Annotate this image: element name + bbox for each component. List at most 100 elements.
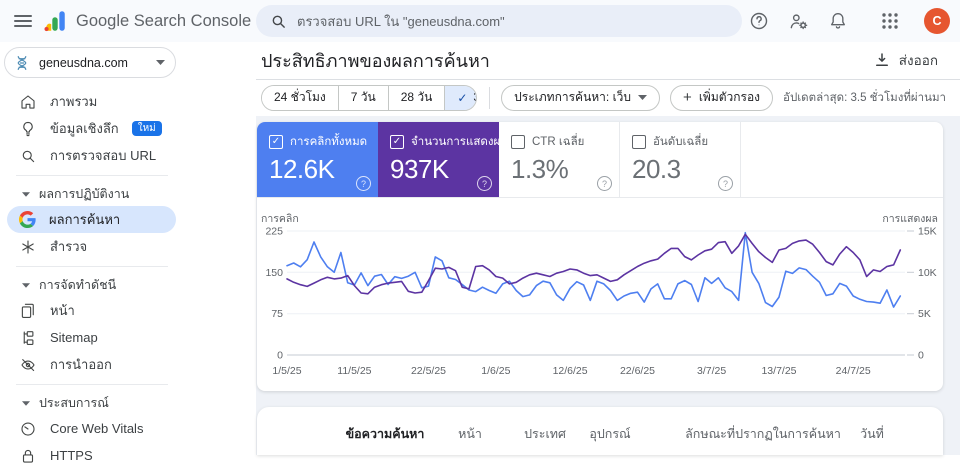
metric-label: จำนวนการแสดงผ... <box>411 136 499 148</box>
sidebar-item-label: HTTPS <box>50 448 93 463</box>
metric-label: อันดับเฉลี่ย <box>653 136 709 148</box>
dimensions-table-card: ข้อความค้นหา หน้า ประเทศ อุปกรณ์ ลักษณะที่ปร… <box>257 407 943 455</box>
avatar[interactable]: C <box>924 8 950 34</box>
date-range-chip[interactable]: 7 วัน <box>338 85 389 110</box>
date-range-label: 24 ชั่วโมง <box>274 90 326 105</box>
tab-label: ข้อความค้นหา <box>345 427 425 441</box>
section-caret-icon <box>22 191 30 197</box>
sidebar-item-sitemap[interactable]: Sitemap <box>0 324 176 351</box>
filters-row: 24 ชั่วโมง7 วัน28 วัน✓3 เดือนเพิ่มเติม ป… <box>256 79 960 116</box>
impressions-tile[interactable]: ✓จำนวนการแสดงผ...937K? <box>378 122 499 197</box>
sidebar-item-สำรวจ[interactable]: สำรวจ <box>0 233 176 260</box>
search-icon <box>270 13 287 30</box>
sidebar-item-https[interactable]: HTTPS <box>0 442 176 469</box>
metric-header: ✓ จำนวนการแสดงผ... <box>390 133 499 151</box>
notifications-icon[interactable] <box>828 11 848 31</box>
date-range-label: 7 วัน <box>350 90 376 105</box>
sidebar-nav: ภาพรวม ข้อมูลเชิงลึก ใหม่การตรวจสอบ URL ผลก… <box>0 88 256 469</box>
metric-header: ✓ การคลิกทั้งหมด <box>269 133 378 151</box>
help-icon[interactable]: ? <box>477 176 492 191</box>
google-g-icon <box>19 211 36 228</box>
metric-checkbox[interactable]: ✓ <box>269 135 283 149</box>
ctr-tile[interactable]: CTR เฉลี่ย 1.3%? <box>499 122 620 197</box>
add-filter-chip[interactable]: + เพิ่มตัวกรอง <box>670 84 774 111</box>
help-icon[interactable] <box>749 11 769 31</box>
export-label: ส่งออก <box>898 53 938 69</box>
svg-text:1/6/25: 1/6/25 <box>481 365 510 377</box>
section-caret-icon <box>22 400 30 406</box>
svg-text:75: 75 <box>271 308 283 320</box>
date-range-label: 28 วัน <box>400 90 433 105</box>
metric-checkbox[interactable] <box>632 135 646 149</box>
performance-line-chart: 0 0 75 5K 150 10K 225 15K การคลิก การแสดงผล 1/5/25… <box>261 213 938 377</box>
check-icon: ✓ <box>457 90 468 105</box>
sidebar-section-header[interactable]: ประสบการณ์ <box>0 391 256 415</box>
svg-text:10K: 10K <box>918 267 937 279</box>
sidebar-item-ข้อมูลเชิงลึก[interactable]: ข้อมูลเชิงลึก ใหม่ <box>0 115 176 142</box>
sidebar-item-label: ผลการค้นหา <box>49 212 121 227</box>
lightbulb-icon <box>19 120 37 138</box>
section-caret-icon <box>22 282 30 288</box>
sidebar-section-header[interactable]: การจัดทำดัชนี <box>0 273 256 297</box>
topbar-actions: C <box>749 0 950 42</box>
sidebar-item-label: การตรวจสอบ URL <box>50 148 157 163</box>
sidebar-item-core-web-vitals[interactable]: Core Web Vitals <box>0 415 176 442</box>
table-tab[interactable]: ประเทศ <box>524 407 566 444</box>
date-range-chip[interactable]: 28 วัน <box>388 85 446 110</box>
table-tab[interactable]: วันที่ <box>860 407 884 444</box>
removals-eye-off-icon <box>19 356 37 374</box>
property-selector[interactable]: geneusdna.com <box>4 47 176 78</box>
filter-divider <box>488 86 490 109</box>
content-header: ประสิทธิภาพของผลการค้นหา ส่งออก <box>256 42 960 80</box>
home-icon <box>19 93 37 111</box>
tiles-filler <box>741 122 943 197</box>
sidebar-item-ภาพรวม[interactable]: ภาพรวม <box>0 88 176 115</box>
metric-checkbox[interactable] <box>511 135 525 149</box>
sidebar-item-label: ข้อมูลเชิงลึก <box>50 121 119 136</box>
svg-text:11/5/25: 11/5/25 <box>337 365 371 377</box>
property-name: geneusdna.com <box>39 55 128 70</box>
help-icon[interactable]: ? <box>597 176 612 191</box>
search-icon <box>19 147 37 165</box>
metric-header: อันดับเฉลี่ย <box>632 133 740 151</box>
table-tab[interactable]: ลักษณะที่ปรากฏในการค้นหา <box>685 407 841 444</box>
svg-text:225: 225 <box>265 226 283 238</box>
metric-checkbox[interactable]: ✓ <box>390 135 404 149</box>
app-title: Google Search Console <box>76 11 252 30</box>
site-favicon-dna-icon <box>13 54 31 72</box>
apps-grid-icon[interactable] <box>881 12 899 30</box>
sidebar-section-header[interactable]: ผลการปฏิบัติงาน <box>0 182 256 206</box>
table-tab[interactable]: ข้อความค้นหา <box>346 407 425 444</box>
svg-text:การแสดงผล: การแสดงผล <box>882 213 938 225</box>
sidebar-item-การนำออก[interactable]: การนำออก <box>0 351 176 378</box>
pages-icon <box>19 302 37 320</box>
menu-icon[interactable] <box>10 8 36 34</box>
clicks-tile[interactable]: ✓ การคลิกทั้งหมด 12.6K? <box>257 122 378 197</box>
date-range-chip[interactable]: 24 ชั่วโมง <box>262 85 339 110</box>
tab-label: ประเทศ <box>524 427 566 441</box>
help-icon[interactable]: ? <box>718 176 733 191</box>
chevron-down-icon <box>638 95 648 101</box>
last-updated-text: อัปเดตล่าสุด: 3.5 ชั่วโมงที่ผ่านมา <box>783 91 946 104</box>
table-tab[interactable]: อุปกรณ์ <box>589 407 630 444</box>
search-type-chip[interactable]: ประเภทการค้นหา: เว็บ <box>501 84 661 111</box>
table-tab[interactable]: หน้า <box>458 407 482 444</box>
export-button[interactable]: ส่งออก <box>867 48 944 72</box>
search-input[interactable]: ตรวจสอบ URL ใน "geneusdna.com" <box>256 5 742 37</box>
topbar-left: Google Search Console <box>0 8 251 34</box>
svg-text:5K: 5K <box>918 308 931 320</box>
date-range-group: 24 ชั่วโมง7 วัน28 วัน✓3 เดือนเพิ่มเติม <box>261 84 477 111</box>
date-range-chip[interactable]: ✓ 3 เดือน <box>445 85 476 110</box>
sidebar-item-search-results[interactable]: ผลการค้นหา <box>7 206 176 233</box>
svg-text:0: 0 <box>277 350 283 362</box>
account-settings-icon[interactable] <box>788 11 809 32</box>
search-console-logo-icon[interactable] <box>42 8 68 34</box>
sidebar-item-การตรวจสอบ-url[interactable]: การตรวจสอบ URL <box>0 142 176 169</box>
position-tile[interactable]: อันดับเฉลี่ย 20.3? <box>620 122 741 197</box>
lock-icon <box>19 447 37 465</box>
help-icon[interactable]: ? <box>356 176 371 191</box>
svg-text:22/5/25: 22/5/25 <box>411 365 446 377</box>
svg-text:22/6/25: 22/6/25 <box>620 365 655 377</box>
svg-text:15K: 15K <box>918 226 937 238</box>
sidebar-item-หน้า[interactable]: หน้า <box>0 297 176 324</box>
